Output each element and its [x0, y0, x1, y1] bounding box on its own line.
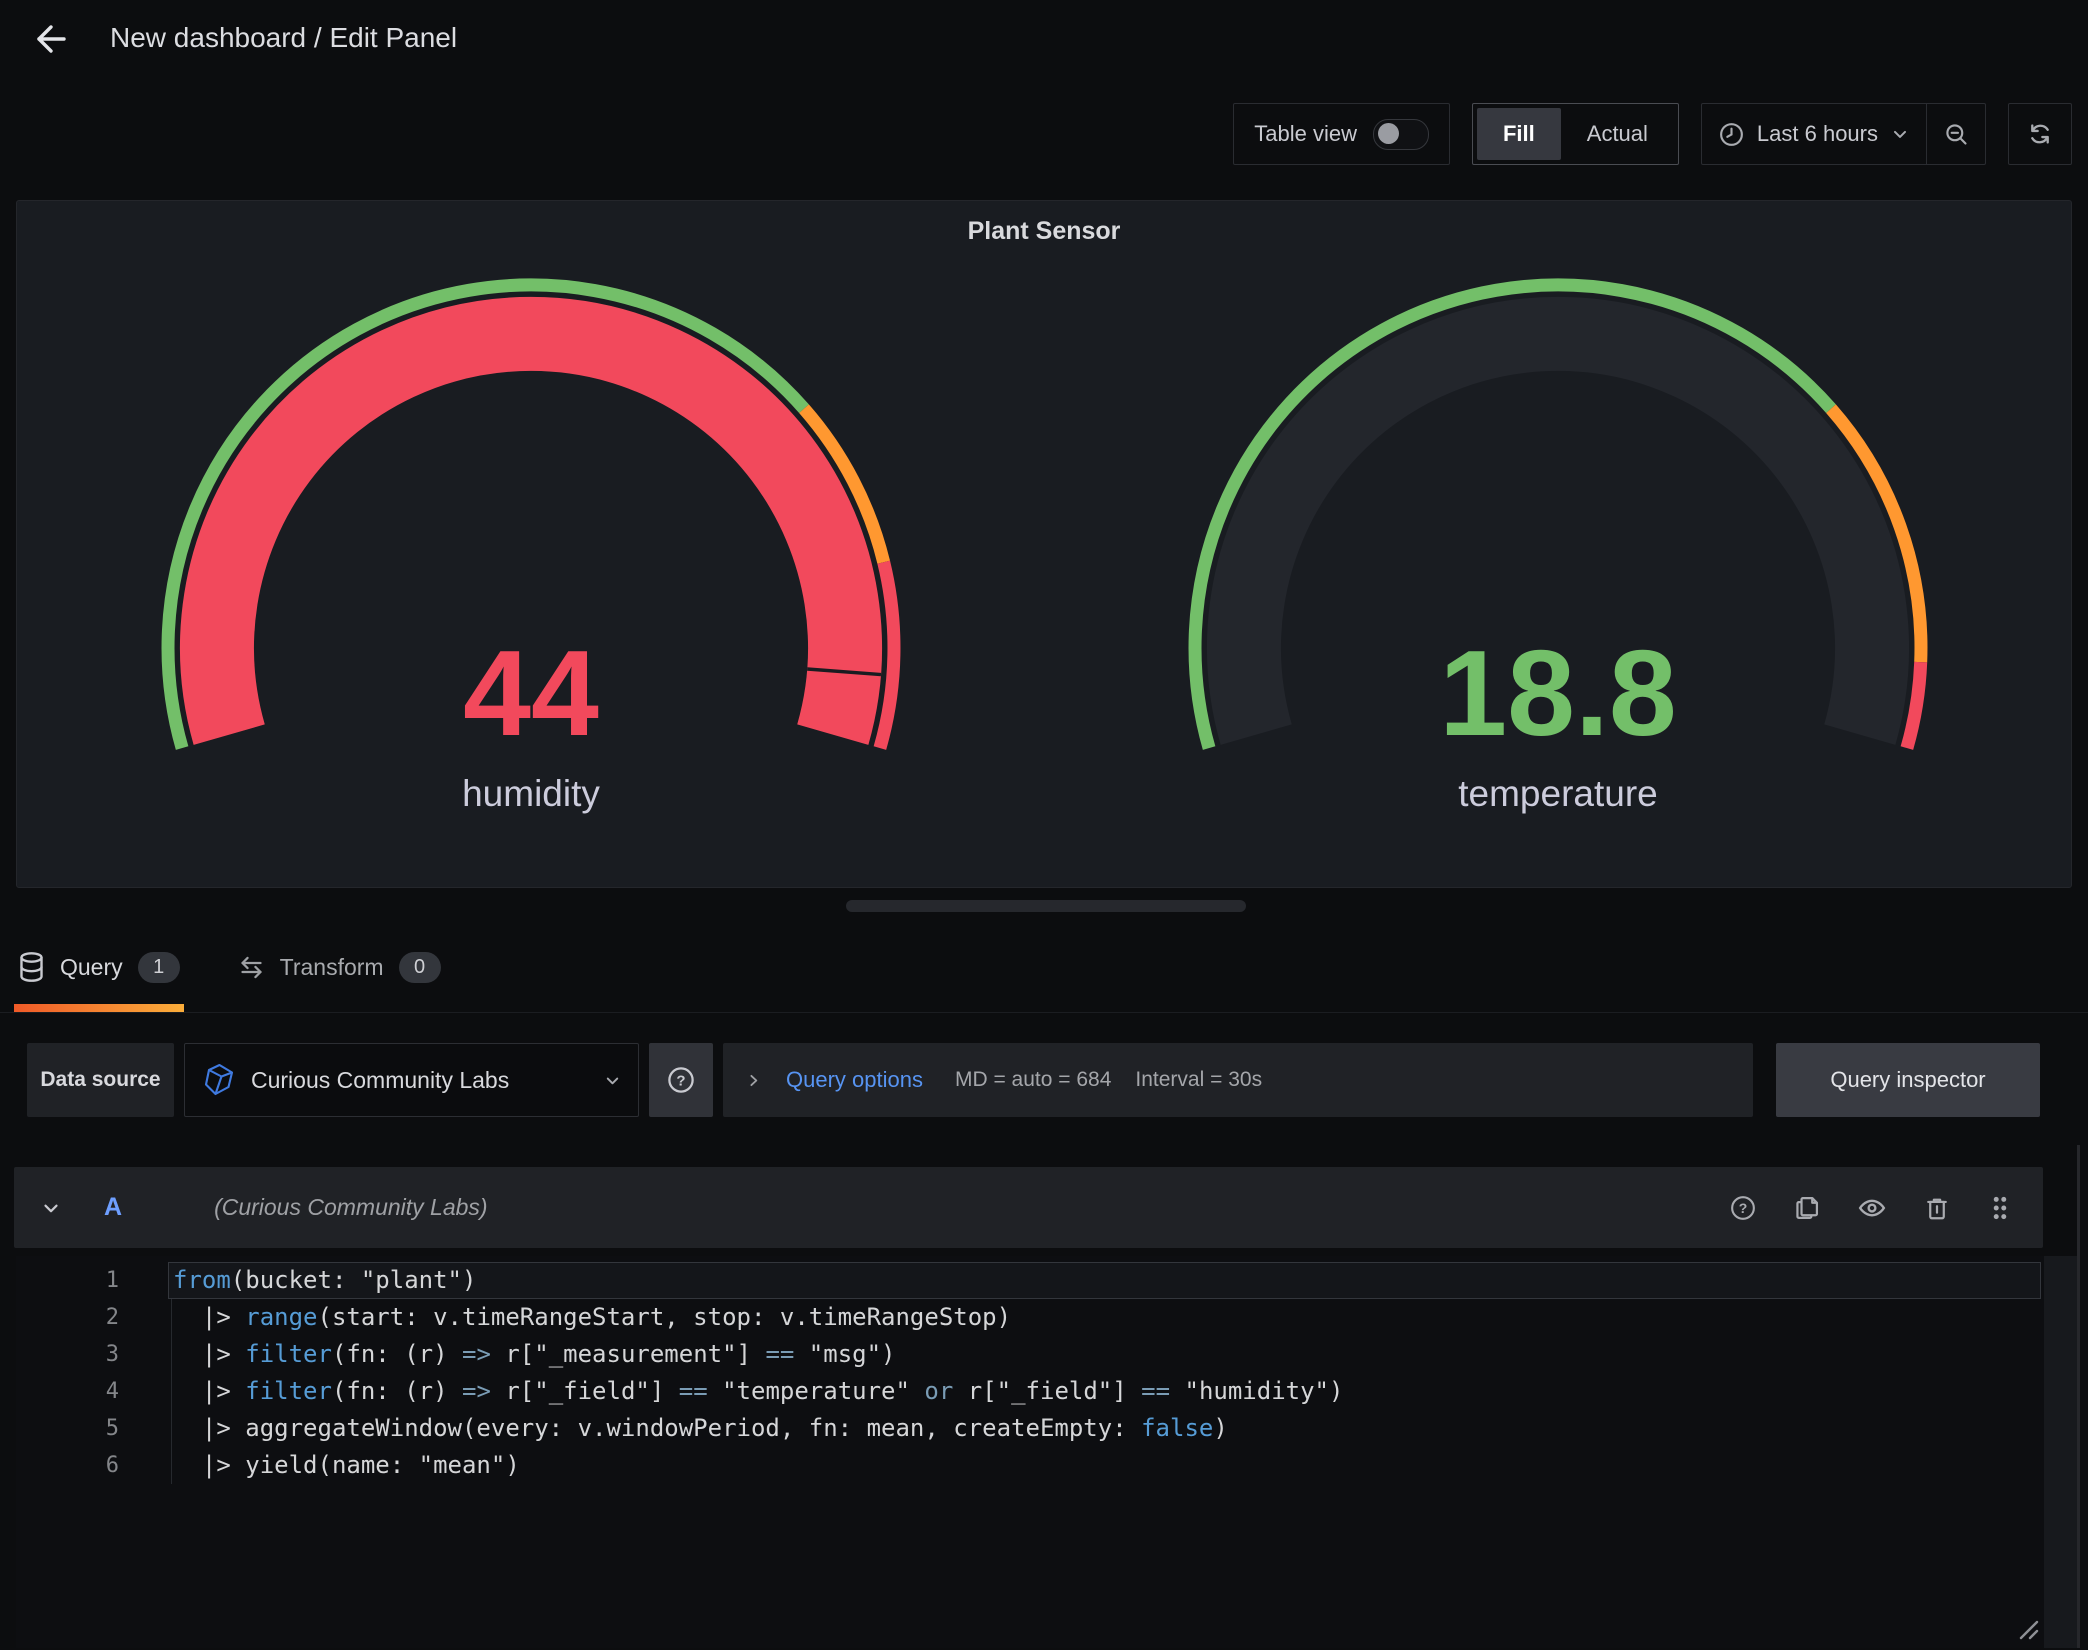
gauges-row: 44 humidity 18.8 temperature [17, 248, 2071, 838]
collapse-chevron-icon[interactable] [40, 1197, 62, 1219]
time-range-main[interactable]: Last 6 hours [1702, 121, 1926, 148]
chevron-right-icon [745, 1072, 762, 1089]
svg-text:?: ? [676, 1073, 685, 1090]
database-icon [18, 952, 45, 983]
query-options-link[interactable]: Query options [786, 1067, 923, 1093]
bottom-tabs: Query 1 Transform 0 [14, 922, 445, 1012]
tabs-divider [0, 1012, 2088, 1013]
tab-transform-label: Transform [280, 954, 384, 981]
delete-query-trash-icon[interactable] [1923, 1194, 1951, 1222]
active-tab-indicator [14, 1004, 184, 1012]
refresh-icon [2026, 120, 2054, 148]
code-line[interactable]: 5 |> aggregateWindow(every: v.windowPeri… [168, 1410, 2041, 1447]
help-circle-icon[interactable]: ? [1729, 1194, 1757, 1222]
tab-transform-count: 0 [399, 952, 441, 983]
flux-query-editor[interactable]: 1from(bucket: "plant")2 |> range(start: … [16, 1256, 2077, 1648]
line-number: 3 [16, 1336, 119, 1373]
page-title: New dashboard / Edit Panel [110, 22, 457, 54]
grafana-edit-panel: New dashboard / Edit Panel Table view Fi… [0, 0, 2088, 1650]
plant-sensor-panel: Plant Sensor 44 humidity 18.8 temperature [16, 200, 2072, 888]
toggle-visibility-eye-icon[interactable] [1857, 1193, 1887, 1223]
tab-query-label: Query [60, 954, 123, 981]
code-line[interactable]: 4 |> filter(fn: (r) => r["_field"] == "t… [168, 1373, 2041, 1410]
zoom-out-icon [1943, 121, 1970, 148]
drag-handle-icon[interactable] [1987, 1194, 2013, 1222]
line-number: 2 [16, 1299, 119, 1336]
tab-transform[interactable]: Transform 0 [234, 922, 445, 1012]
query-row-header: A (Curious Community Labs) ? [14, 1167, 2043, 1248]
svg-text:?: ? [1739, 1200, 1748, 1216]
panel-toolbar: Table view Fill Actual Last 6 hours [1233, 103, 2072, 165]
code-line[interactable]: 2 |> range(start: v.timeRangeStart, stop… [168, 1299, 2041, 1336]
gauge-temperature: 18.8 temperature [1044, 248, 2071, 838]
datasource-label: Data source [27, 1043, 174, 1117]
pane-resize-handle[interactable] [846, 900, 1246, 912]
transform-icon [238, 954, 265, 981]
svg-text:humidity: humidity [462, 773, 600, 814]
actual-button[interactable]: Actual [1561, 108, 1674, 160]
clock-icon [1718, 121, 1745, 148]
line-number: 4 [16, 1373, 119, 1410]
page-scrollbar[interactable] [2077, 1145, 2080, 1648]
fill-button[interactable]: Fill [1477, 108, 1561, 160]
line-number: 5 [16, 1410, 119, 1447]
svg-text:44: 44 [463, 625, 599, 761]
refresh-button[interactable] [2008, 103, 2072, 165]
query-options-bar[interactable]: Query options MD = auto = 684 Interval =… [723, 1043, 1753, 1117]
tab-query[interactable]: Query 1 [14, 922, 184, 1012]
influxdb-datasource-icon [201, 1062, 237, 1098]
chevron-down-icon [1890, 124, 1910, 144]
time-range-picker[interactable]: Last 6 hours [1701, 103, 1986, 165]
back-button[interactable] [24, 16, 70, 62]
display-mode-group: Fill Actual [1472, 103, 1679, 165]
datasource-name: Curious Community Labs [251, 1067, 509, 1094]
tab-query-count: 1 [138, 952, 180, 983]
line-number: 1 [16, 1262, 119, 1299]
code-line[interactable]: 1from(bucket: "plant") [168, 1262, 2041, 1299]
toggle-knob [1378, 123, 1399, 144]
query-datasource-hint: (Curious Community Labs) [214, 1194, 488, 1221]
editor-resize-handle[interactable] [2013, 1614, 2039, 1640]
max-data-points-value: MD = auto = 684 [955, 1068, 1111, 1092]
svg-text:temperature: temperature [1458, 773, 1658, 814]
query-row-actions: ? [1729, 1193, 2013, 1223]
query-inspector-button[interactable]: Query inspector [1776, 1043, 2040, 1117]
table-view-label: Table view [1254, 121, 1357, 147]
code-lines: 1from(bucket: "plant")2 |> range(start: … [16, 1256, 2077, 1484]
zoom-out-button[interactable] [1927, 121, 1985, 148]
query-ref-id: A [104, 1193, 122, 1222]
help-circle-icon: ? [666, 1065, 696, 1095]
table-view-group: Table view [1233, 103, 1450, 165]
interval-value: Interval = 30s [1135, 1068, 1262, 1092]
line-number: 6 [16, 1447, 119, 1484]
datasource-help-button[interactable]: ? [649, 1043, 713, 1117]
datasource-picker[interactable]: Curious Community Labs [184, 1043, 639, 1117]
arrow-left-icon [26, 18, 68, 60]
table-view-toggle[interactable] [1373, 119, 1429, 150]
code-line[interactable]: 3 |> filter(fn: (r) => r["_measurement"]… [168, 1336, 2041, 1373]
chevron-down-icon [603, 1071, 622, 1090]
time-range-label: Last 6 hours [1757, 121, 1878, 147]
svg-text:18.8: 18.8 [1439, 625, 1676, 761]
code-line[interactable]: 6 |> yield(name: "mean") [168, 1447, 2041, 1484]
panel-title: Plant Sensor [17, 201, 2071, 246]
gauge-humidity: 44 humidity [17, 248, 1044, 838]
duplicate-query-icon[interactable] [1793, 1194, 1821, 1222]
query-toolbar: Data source Curious Community Labs [27, 1043, 2040, 1117]
